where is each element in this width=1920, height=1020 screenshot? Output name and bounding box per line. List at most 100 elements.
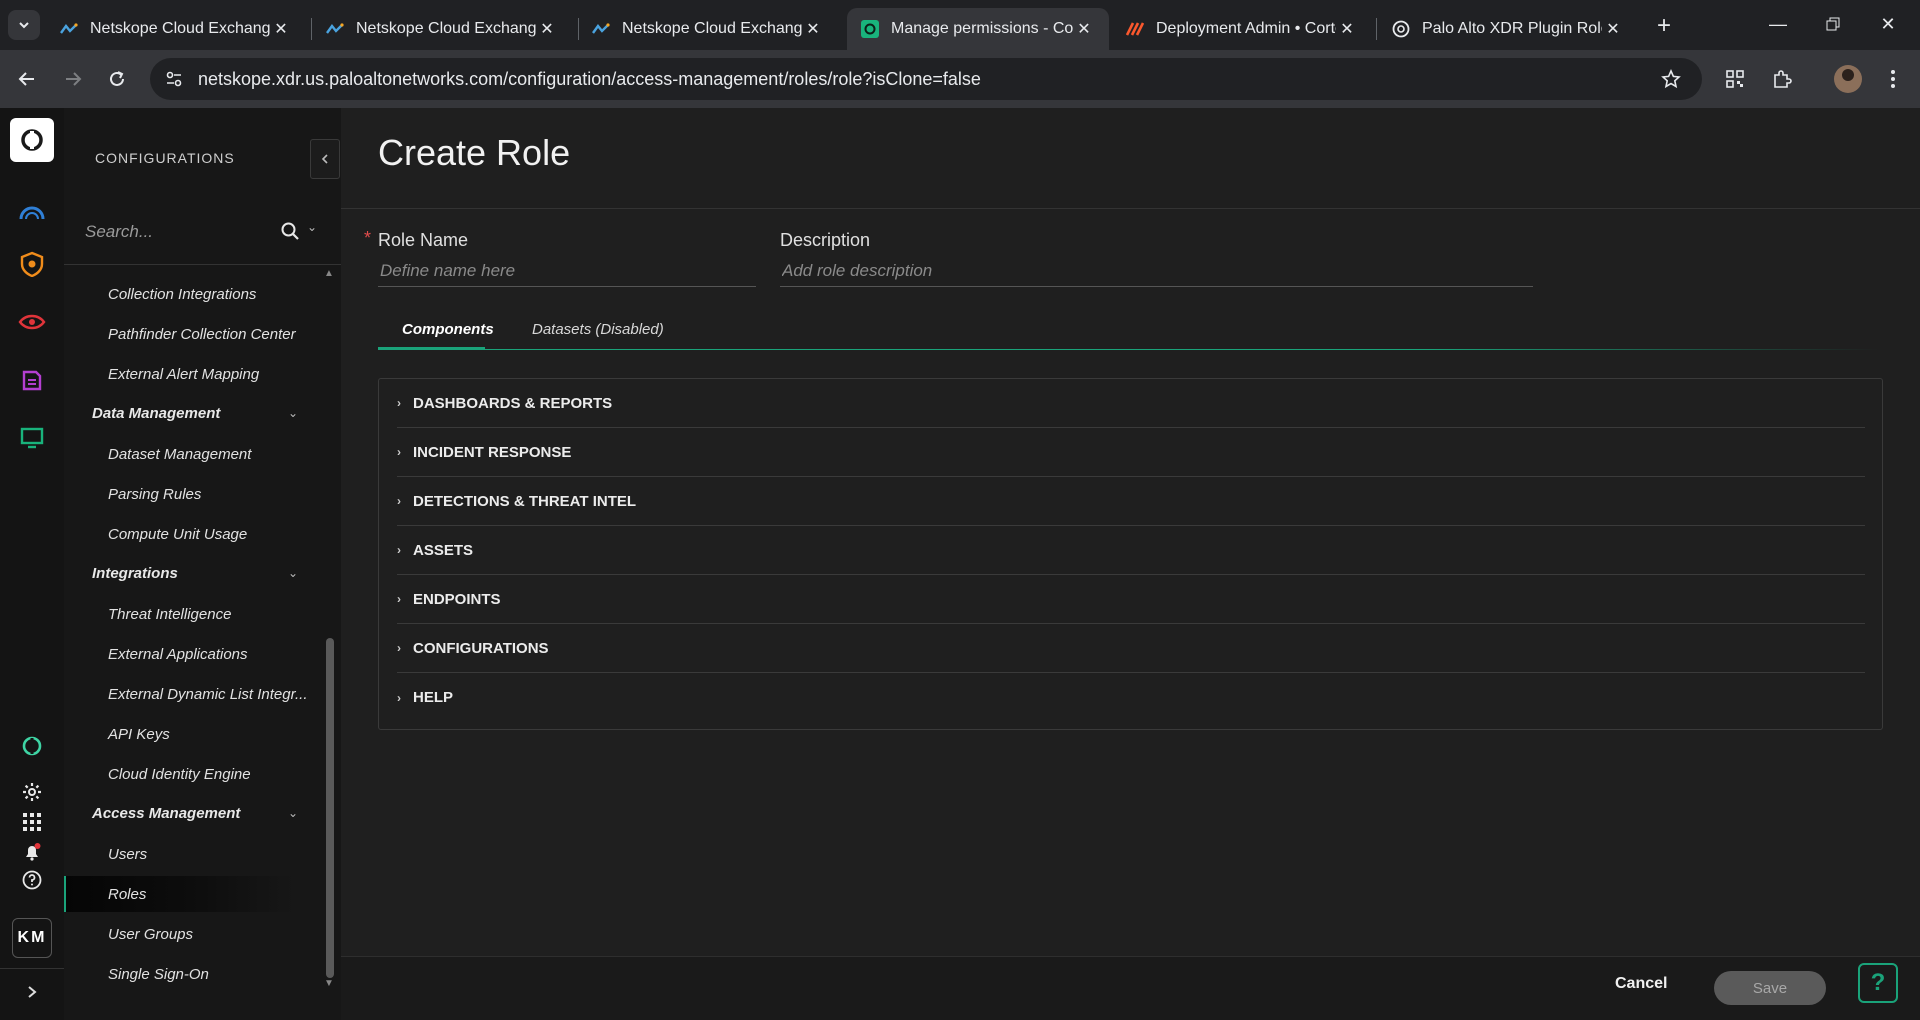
qr-code-icon xyxy=(1726,70,1744,88)
restore-icon xyxy=(1826,17,1840,31)
sidebar-item-parsing-rules[interactable]: Parsing Rules xyxy=(108,486,201,503)
close-tab-icon[interactable]: ✕ xyxy=(802,18,824,40)
sidebar-search-input[interactable]: Search... xyxy=(85,222,245,242)
sidebar-item-dataset-management[interactable]: Dataset Management xyxy=(108,446,251,463)
section-incident-response[interactable]: › INCIDENT RESPONSE xyxy=(397,428,1865,477)
user-initials-avatar[interactable]: KM xyxy=(12,918,52,958)
chevron-down-icon[interactable]: ⌄ xyxy=(288,406,298,420)
chevron-down-icon[interactable]: ⌄ xyxy=(288,806,298,820)
sidebar-item-cloud-identity-engine[interactable]: Cloud Identity Engine xyxy=(108,766,251,783)
section-configurations[interactable]: › CONFIGURATIONS xyxy=(397,624,1865,673)
section-detections-threat-intel[interactable]: › DETECTIONS & THREAT INTEL xyxy=(397,477,1865,526)
close-tab-icon[interactable]: ✕ xyxy=(270,18,292,40)
cortex-logo[interactable] xyxy=(10,118,54,162)
browser-tab[interactable]: Netskope Cloud Exchange ✕ xyxy=(578,8,838,50)
browser-tab[interactable]: Netskope Cloud Exchange ✕ xyxy=(46,8,306,50)
extensions-button[interactable] xyxy=(1767,64,1797,94)
tab-title: Netskope Cloud Exchange xyxy=(356,20,536,37)
tabs-divider xyxy=(378,349,1878,350)
browser-tab[interactable]: Palo Alto XDR Plugin Roles ✕ xyxy=(1378,8,1638,50)
browser-tab[interactable]: Deployment Admin • Corte ✕ xyxy=(1112,8,1372,50)
dashboard-icon[interactable] xyxy=(16,196,48,228)
required-asterisk: * xyxy=(364,228,372,248)
tab-title: Palo Alto XDR Plugin Roles xyxy=(1422,20,1602,37)
sidebar-item-compute-unit-usage[interactable]: Compute Unit Usage xyxy=(108,526,247,543)
browser-tab-bar: Netskope Cloud Exchange ✕ Netskope Cloud… xyxy=(0,0,1920,50)
section-dashboards-reports[interactable]: › DASHBOARDS & REPORTS xyxy=(397,379,1865,428)
tab-datasets[interactable]: Datasets (Disabled) xyxy=(532,321,664,338)
close-tab-icon[interactable]: ✕ xyxy=(1073,18,1095,40)
apps-grid-icon[interactable] xyxy=(16,806,48,838)
sidebar-item-api-keys[interactable]: API Keys xyxy=(108,726,170,743)
role-name-input[interactable] xyxy=(380,256,740,286)
chevron-down-icon xyxy=(19,22,29,29)
arrow-right-icon xyxy=(66,72,82,86)
address-bar[interactable]: netskope.xdr.us.paloaltonetworks.com/con… xyxy=(150,58,1702,100)
forward-button[interactable] xyxy=(58,64,88,94)
section-label: ASSETS xyxy=(413,541,474,559)
search-options-chevron-icon[interactable]: ⌄ xyxy=(307,220,317,234)
collapse-sidebar-button[interactable] xyxy=(310,139,340,179)
sidebar-group-data-management[interactable]: Data Management xyxy=(92,405,220,422)
help-question-icon[interactable]: ? xyxy=(1858,963,1898,1003)
save-button[interactable]: Save xyxy=(1714,971,1826,1005)
chevron-right-icon: › xyxy=(397,641,401,655)
close-window-button[interactable]: ✕ xyxy=(1865,6,1911,42)
minimize-button[interactable]: — xyxy=(1755,6,1801,42)
assets-icon[interactable] xyxy=(16,364,48,396)
section-endpoints[interactable]: › ENDPOINTS xyxy=(397,575,1865,624)
close-tab-icon[interactable]: ✕ xyxy=(1602,18,1624,40)
sidebar-scrollbar-thumb[interactable] xyxy=(326,638,334,978)
endpoints-monitor-icon[interactable] xyxy=(16,422,48,454)
incident-shield-icon[interactable] xyxy=(16,248,48,280)
back-button[interactable] xyxy=(12,64,42,94)
section-assets[interactable]: › ASSETS xyxy=(397,526,1865,575)
section-label: CONFIGURATIONS xyxy=(413,639,549,657)
sidebar-item-users[interactable]: Users xyxy=(108,846,147,863)
scroll-down-arrow-icon[interactable]: ▼ xyxy=(324,978,334,989)
scroll-up-arrow-icon[interactable]: ▲ xyxy=(324,268,334,279)
gear-icon[interactable] xyxy=(16,776,48,808)
tab-components[interactable]: Components xyxy=(402,321,494,338)
sidebar-group-integrations[interactable]: Integrations xyxy=(92,565,178,582)
close-tab-icon[interactable]: ✕ xyxy=(1336,18,1358,40)
search-icon[interactable] xyxy=(280,221,300,241)
threat-eye-icon[interactable] xyxy=(16,306,48,338)
main-content: Create Role * Role Name Description Comp… xyxy=(341,108,1920,1020)
reload-button[interactable] xyxy=(102,64,132,94)
tab-search-button[interactable] xyxy=(8,10,40,40)
chevron-right-icon: › xyxy=(397,592,401,606)
sidebar-item-user-groups[interactable]: User Groups xyxy=(108,926,193,943)
close-tab-icon[interactable]: ✕ xyxy=(536,18,558,40)
sidebar-item-pathfinder-collection-center[interactable]: Pathfinder Collection Center xyxy=(108,326,296,343)
browser-tab[interactable]: Netskope Cloud Exchange ✕ xyxy=(312,8,572,50)
browser-menu-button[interactable] xyxy=(1878,64,1908,94)
section-help[interactable]: › HELP xyxy=(397,673,1865,722)
chevron-down-icon[interactable]: ⌄ xyxy=(288,566,298,580)
qr-code-button[interactable] xyxy=(1720,64,1750,94)
sidebar-item-roles[interactable]: Roles xyxy=(108,886,146,903)
tab-title: Manage permissions - Cort xyxy=(891,20,1073,37)
new-tab-button[interactable]: + xyxy=(1650,12,1678,40)
url-text: netskope.xdr.us.paloaltonetworks.com/con… xyxy=(198,68,981,89)
sidebar-item-single-sign-on[interactable]: Single Sign-On xyxy=(108,966,209,983)
profile-avatar[interactable] xyxy=(1834,65,1862,93)
sidebar-item-external-alert-mapping[interactable]: External Alert Mapping xyxy=(108,366,259,383)
restore-button[interactable] xyxy=(1810,6,1856,42)
icon-rail: KM xyxy=(0,108,64,1020)
sidebar-item-threat-intelligence[interactable]: Threat Intelligence xyxy=(108,606,231,623)
browser-toolbar: netskope.xdr.us.paloaltonetworks.com/con… xyxy=(0,50,1920,108)
sidebar-item-collection-integrations[interactable]: Collection Integrations xyxy=(108,286,256,303)
bookmark-button[interactable] xyxy=(1656,64,1686,94)
expand-rail-button[interactable] xyxy=(16,976,48,1008)
netskope-icon xyxy=(592,20,610,38)
sidebar-item-external-dynamic-list[interactable]: External Dynamic List Integr... xyxy=(108,686,308,703)
active-tab-indicator xyxy=(378,347,485,350)
description-input[interactable] xyxy=(782,256,1532,286)
cortex-copilot-icon[interactable] xyxy=(16,730,48,762)
cancel-button[interactable]: Cancel xyxy=(1615,975,1667,993)
sidebar-item-external-applications[interactable]: External Applications xyxy=(108,646,248,663)
help-circle-icon[interactable] xyxy=(16,864,48,896)
sidebar-group-access-management[interactable]: Access Management xyxy=(92,805,240,822)
browser-tab-active[interactable]: Manage permissions - Cort ✕ xyxy=(847,8,1109,50)
